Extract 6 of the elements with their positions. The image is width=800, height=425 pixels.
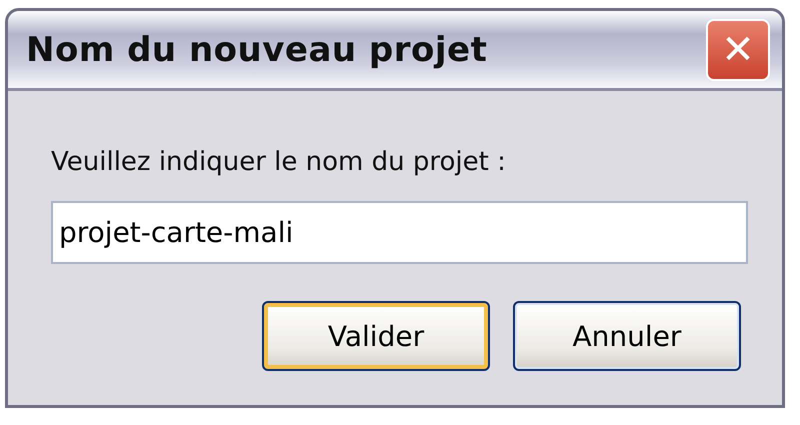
prompt-label: Veuillez indiquer le nom du projet :	[51, 147, 507, 177]
project-name-field[interactable]: projet-carte-mali	[51, 201, 748, 264]
dialog-button[interactable]: Annuler	[513, 301, 741, 371]
close-button[interactable]: ✕	[706, 18, 770, 80]
window-title: Nom du nouveau projet	[26, 30, 488, 70]
default-button[interactable]: Valider	[262, 301, 490, 371]
